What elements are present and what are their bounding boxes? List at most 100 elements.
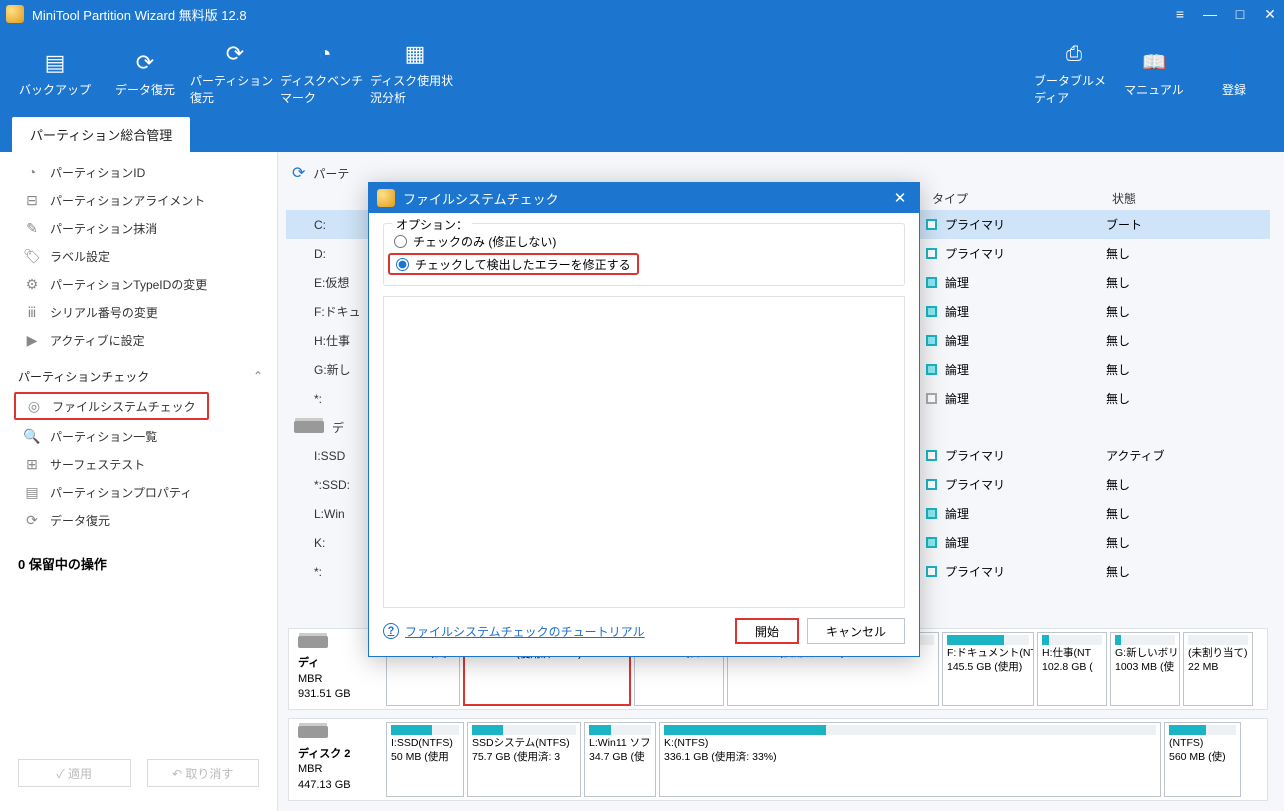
sidebar-icon: ✎	[24, 220, 40, 236]
radio-check-only[interactable]: チェックのみ (修正しない)	[394, 230, 894, 252]
apply-button[interactable]: ✓ 適用	[18, 759, 131, 787]
sidebar-icon: ⟳	[24, 512, 40, 528]
disk-block[interactable]: K:(NTFS)336.1 GB (使用済: 33%)	[659, 722, 1161, 797]
sidebar-item[interactable]: ⊞サーフェステスト	[0, 450, 277, 478]
partition-type-icon	[926, 450, 937, 461]
cancel-button[interactable]: キャンセル	[807, 618, 905, 644]
options-legend: オプション：	[392, 216, 472, 233]
disk-block[interactable]: SSDシステム(NTFS)75.7 GB (使用済: 3	[467, 722, 581, 797]
dialog-titlebar: ファイルシステムチェック ✕	[369, 183, 919, 213]
sidebar-item[interactable]: 🏷ラベル設定	[0, 242, 277, 270]
disk-icon	[294, 421, 324, 433]
close-button[interactable]: ✕	[1262, 6, 1278, 22]
partition-type-icon	[926, 479, 937, 490]
partition-type-icon	[926, 219, 937, 230]
toolbar-icon: ⟳	[221, 42, 249, 66]
sidebar-icon: ⚙	[24, 276, 40, 292]
sidebar-icon: ⅲ	[24, 304, 40, 320]
chevron-up-icon: ⌃	[253, 369, 263, 383]
sidebar-item[interactable]: ⚙パーティションTypeIDの変更	[0, 270, 277, 298]
dialog-close-button[interactable]: ✕	[889, 189, 911, 207]
sidebar-item[interactable]: ⅲシリアル番号の変更	[0, 298, 277, 326]
filesystem-check-dialog: ファイルシステムチェック ✕ オプション： チェックのみ (修正しない) チェッ…	[368, 182, 920, 657]
partition-type-icon	[926, 248, 937, 259]
sidebar-icon: ◎	[26, 398, 42, 414]
titlebar: MiniTool Partition Wizard 無料版 12.8 ≡ — □…	[0, 0, 1284, 28]
app-logo-icon	[6, 5, 24, 23]
dialog-body: オプション： チェックのみ (修正しない) チェックして検出したエラーを修正する…	[369, 213, 919, 656]
disk-block[interactable]: L:Win11 ソフ34.7 GB (使	[584, 722, 656, 797]
toolbar-icon: ▤	[41, 51, 69, 75]
sidebar-item[interactable]: ▶アクティブに設定	[0, 326, 277, 354]
partition-type-icon	[926, 306, 937, 317]
disk-block[interactable]: F:ドキュメント(NT145.5 GB (使用)	[942, 632, 1034, 707]
sidebar-footer: ✓ 適用 ↶ 取り消す	[0, 745, 277, 811]
header-state: 状態	[1112, 190, 1270, 207]
toolbar-icon: 👤	[1220, 51, 1248, 75]
main-toolbar: ▤バックアップ⟳データ復元⟳パーティション復元◔ディスクベンチマーク▦ディスク使…	[0, 28, 1284, 120]
window-controls: ≡ — □ ✕	[1172, 6, 1278, 22]
pending-operations: 0 保留中の操作	[0, 542, 277, 585]
help-icon: ?	[383, 623, 399, 639]
radio-check-only-input[interactable]	[394, 235, 407, 248]
sidebar-item[interactable]: ▤パーティションプロパティ	[0, 478, 277, 506]
toolbar-button-0[interactable]: ▤バックアップ	[10, 34, 100, 114]
toolbar-icon: ◔	[311, 42, 339, 66]
partition-type-icon	[926, 364, 937, 375]
tabstrip: パーティション総合管理	[0, 120, 1284, 152]
toolbar-icon: ▦	[401, 42, 429, 66]
partition-type-icon	[926, 566, 937, 577]
partition-type-icon	[926, 508, 937, 519]
disk-block[interactable]: G:新しいボリ:1003 MB (使	[1110, 632, 1180, 707]
sidebar-icon: 🔍	[24, 428, 40, 444]
sidebar-section-partition-check[interactable]: パーティションチェック ⌃	[0, 362, 277, 390]
header-type: タイプ	[932, 190, 1112, 207]
sidebar-item[interactable]: 🔍パーティション一覧	[0, 422, 277, 450]
toolbar-right-button-0[interactable]: ⎙ブータブルメディア	[1034, 34, 1114, 114]
toolbar-button-4[interactable]: ▦ディスク使用状況分析	[370, 34, 460, 114]
sidebar-icon: ◔	[24, 164, 40, 180]
disk-map-2: ディスク 2 MBR 447.13 GB I:SSD(NTFS)50 MB (使…	[288, 718, 1268, 801]
radio-check-and-fix-input[interactable]	[396, 258, 409, 271]
sidebar-item-filesystem-check[interactable]: ◎ファイルシステムチェック	[14, 392, 209, 420]
maximize-button[interactable]: □	[1232, 6, 1248, 22]
sidebar-item[interactable]: ✎パーティション抹消	[0, 214, 277, 242]
dialog-title: ファイルシステムチェック	[403, 189, 559, 208]
minimize-button[interactable]: —	[1202, 6, 1218, 22]
tab-partition-management[interactable]: パーティション総合管理	[12, 117, 190, 152]
refresh-icon[interactable]: ⟳	[292, 163, 305, 183]
disk-icon	[298, 726, 328, 738]
disk-block[interactable]: (NTFS)560 MB (使)	[1164, 722, 1241, 797]
sidebar-section-label: パーティションチェック	[18, 368, 149, 385]
sidebar-icon: ▤	[24, 484, 40, 500]
toolbar-icon: 📖	[1140, 51, 1168, 75]
sidebar-icon: 🏷	[24, 248, 40, 264]
disk-block[interactable]: I:SSD(NTFS)50 MB (使用	[386, 722, 464, 797]
sidebar: ◔パーティションID⊟パーティションアライメント✎パーティション抹消🏷ラベル設定…	[0, 152, 278, 811]
tutorial-link[interactable]: ? ファイルシステムチェックのチュートリアル	[383, 623, 645, 640]
disk-2-label: ディスク 2 MBR 447.13 GB	[292, 722, 382, 797]
start-button[interactable]: 開始	[735, 618, 799, 644]
dialog-footer: ? ファイルシステムチェックのチュートリアル 開始 キャンセル	[383, 618, 905, 644]
sidebar-item[interactable]: ⊟パーティションアライメント	[0, 186, 277, 214]
dialog-logo-icon	[377, 189, 395, 207]
toolbar-button-1[interactable]: ⟳データ復元	[100, 34, 190, 114]
undo-button[interactable]: ↶ 取り消す	[147, 759, 260, 787]
partition-type-icon	[926, 537, 937, 548]
sidebar-item[interactable]: ⟳データ復元	[0, 506, 277, 534]
disk-icon	[298, 636, 328, 648]
disk-block[interactable]: H:仕事(NT102.8 GB (	[1037, 632, 1107, 707]
menu-button[interactable]: ≡	[1172, 6, 1188, 22]
toolbar-right-button-1[interactable]: 📖マニュアル	[1114, 34, 1194, 114]
sidebar-icon: ⊞	[24, 456, 40, 472]
radio-check-and-fix[interactable]: チェックして検出したエラーを修正する	[388, 253, 639, 275]
partition-type-icon	[926, 335, 937, 346]
sidebar-icon: ▶	[24, 332, 40, 348]
toolbar-right-button-2[interactable]: 👤登録	[1194, 34, 1274, 114]
log-output	[383, 296, 905, 608]
sidebar-item[interactable]: ◔パーティションID	[0, 158, 277, 186]
partition-type-icon	[926, 393, 937, 404]
toolbar-button-2[interactable]: ⟳パーティション復元	[190, 34, 280, 114]
disk-block[interactable]: (未割り当て)22 MB	[1183, 632, 1253, 707]
toolbar-button-3[interactable]: ◔ディスクベンチマーク	[280, 34, 370, 114]
